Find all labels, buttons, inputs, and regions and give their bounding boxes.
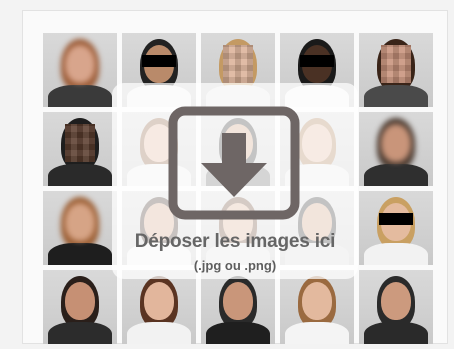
photo-woman (122, 270, 196, 344)
torso-shape (48, 164, 112, 186)
censor-bar (300, 55, 334, 67)
torso-shape (206, 322, 270, 344)
torso-shape (364, 243, 428, 265)
face-shape (381, 45, 411, 83)
photo-woman-blurred (43, 191, 117, 265)
torso-shape (48, 243, 112, 265)
photo-woman-blurred (43, 33, 117, 107)
photo-man-pixelated (43, 112, 117, 186)
face-shape (381, 124, 411, 162)
face-shape (302, 282, 332, 320)
photo-woman-censored (359, 191, 433, 265)
torso-shape (364, 164, 428, 186)
face-shape (223, 45, 253, 83)
censor-bar (379, 213, 413, 225)
torso-shape (127, 322, 191, 344)
torso-shape (48, 85, 112, 107)
photo-woman (280, 270, 354, 344)
photo-man (359, 270, 433, 344)
face-shape (144, 282, 174, 320)
photo-man (201, 270, 275, 344)
face-shape (223, 282, 253, 320)
download-arrow-icon (168, 106, 300, 220)
photo-woman-pixelated (359, 33, 433, 107)
face-shape (65, 203, 95, 241)
torso-shape (48, 322, 112, 344)
drop-zone-hint: (.jpg ou .png) (193, 258, 277, 273)
torso-shape (285, 322, 349, 344)
torso-shape (364, 85, 428, 107)
photo-man (43, 270, 117, 344)
face-shape (65, 124, 95, 162)
face-shape (65, 282, 95, 320)
face-shape (381, 282, 411, 320)
torso-shape (364, 322, 428, 344)
drop-zone-title: Déposer les images ici (134, 231, 336, 252)
censor-bar (142, 55, 176, 67)
face-shape (65, 45, 95, 83)
photo-man-blurred (359, 112, 433, 186)
